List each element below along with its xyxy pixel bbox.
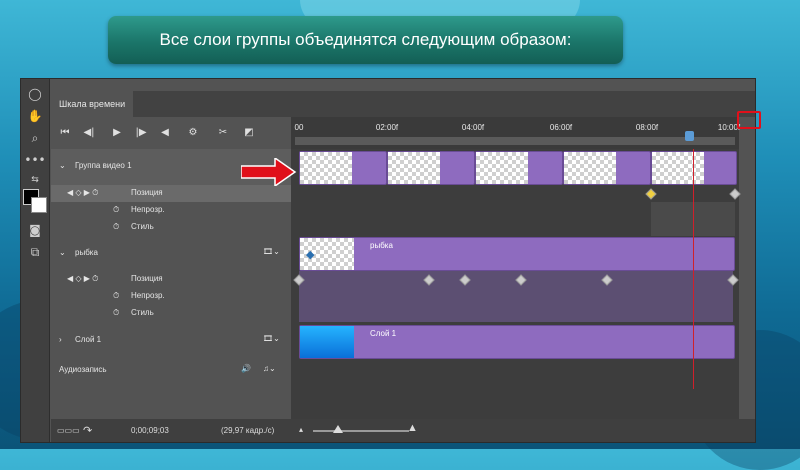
clip-thumbnail <box>564 152 616 184</box>
stopwatch-icon[interactable]: ⏱ <box>113 222 119 232</box>
settings-gear-icon[interactable]: ⚙ <box>185 125 201 141</box>
title-banner: Все слои группы объединятся следующим об… <box>108 16 623 64</box>
ruler-label: 08:00f <box>635 123 659 132</box>
playhead-line <box>693 149 694 389</box>
ruler-label: 00 <box>294 123 304 132</box>
zoom-in-icon[interactable]: ▲ <box>407 422 418 434</box>
photoshop-window: ◯ ✋ ⌕ ••• ⇆ ◙ ⧉ Шкала времени ⏮ ◀| ▶ |▶ … <box>20 78 761 443</box>
playback-controls: ⏮ ◀| ▶ |▶ ◀ ⚙ ✂ ◩ <box>51 117 291 149</box>
transition-icon[interactable]: ◩ <box>241 125 257 141</box>
keyframe[interactable] <box>645 188 657 200</box>
previous-frame-icon[interactable]: ◀| <box>81 125 97 141</box>
clip-label: рыбка <box>370 241 393 250</box>
chevron-down-icon[interactable]: ⌄ <box>59 161 66 170</box>
property-row: ⏱ Стиль <box>51 219 291 236</box>
screen-mode-icon[interactable]: ⧉ <box>24 243 46 261</box>
keyframe-nav-icon[interactable]: ◀ ◇ ▶ ⏱ <box>67 274 98 284</box>
keyframe[interactable] <box>729 188 741 200</box>
stopwatch-icon[interactable]: ⏱ <box>113 291 119 301</box>
property-label: Позиция <box>131 274 163 283</box>
stopwatch-icon[interactable]: ⏱ <box>113 308 119 318</box>
fish-icon: ◆ <box>306 248 315 261</box>
background-color-swatch[interactable] <box>31 197 47 213</box>
panel-tab-bar: Шкала времени <box>51 91 755 117</box>
music-note-icon[interactable]: ♫⌄ <box>263 364 276 373</box>
clip-thumbnail <box>300 326 354 358</box>
layer-row-fish[interactable]: ⌄ рыбка 🎞⌄ <box>51 237 291 271</box>
property-row: ⏱ Непрозр. <box>51 288 291 305</box>
property-label: Позиция <box>131 188 163 197</box>
clip-thumbnail <box>652 152 704 184</box>
group-clip[interactable] <box>563 151 651 185</box>
property-label: Непрозр. <box>131 205 165 214</box>
property-row: ⏱ Стиль <box>51 305 291 322</box>
clip-thumbnail <box>300 152 352 184</box>
zoom-tool-icon[interactable]: ⌕ <box>24 129 46 147</box>
end-marker-highlight <box>737 111 761 129</box>
frame-rate: (29,97 кадр./с) <box>221 426 275 435</box>
layer-row-audio[interactable]: Аудиозапись 🔊 ♫⌄ <box>51 359 291 381</box>
quick-mask-icon[interactable]: ◙ <box>24 221 46 239</box>
layers-column: ⌄ Группа видео 1 ◀ ◇ ▶ ⏱ Позиция ⏱ Непро… <box>51 149 291 419</box>
split-scissors-icon[interactable]: ✂ <box>215 125 231 141</box>
more-tools-icon[interactable]: ••• <box>24 151 46 169</box>
zoom-slider-thumb[interactable] <box>333 425 343 433</box>
ruler-label: 06:00f <box>549 123 573 132</box>
layer-row-layer1[interactable]: › Слой 1 🎞⌄ <box>51 323 291 359</box>
layer-name: рыбка <box>75 248 98 257</box>
banner-text: Все слои группы объединятся следующим об… <box>159 30 572 49</box>
ruler-label: 04:00f <box>461 123 485 132</box>
group-clip[interactable] <box>299 151 387 185</box>
group-clip[interactable] <box>475 151 563 185</box>
chevron-down-icon[interactable]: ⌄ <box>59 248 66 257</box>
property-row: ◀ ◇ ▶ ⏱ Позиция <box>51 271 291 288</box>
hand-tool-icon[interactable]: ✋ <box>24 107 46 125</box>
audio-track-label: Аудиозапись <box>59 365 107 374</box>
playhead-handle[interactable] <box>685 131 694 141</box>
layer1-clip[interactable]: Слой 1 <box>299 325 735 359</box>
ruler-label: 02:00f <box>375 123 399 132</box>
layer-name: Слой 1 <box>75 335 102 344</box>
clip-thumbnail <box>476 152 528 184</box>
film-strip-icon[interactable]: 🎞⌄ <box>263 334 280 343</box>
convert-icon[interactable]: ↷ <box>83 424 92 437</box>
zoom-out-icon[interactable]: ▴ <box>299 425 303 434</box>
speaker-icon[interactable]: 🔊 <box>241 364 251 373</box>
group-clip[interactable] <box>651 151 737 185</box>
clip-thumbnail <box>388 152 440 184</box>
swap-colors-icon[interactable]: ⇆ <box>24 171 46 189</box>
timeline-panel: Шкала времени ⏮ ◀| ▶ |▶ ◀ ⚙ ✂ ◩ 00 02:00… <box>51 79 761 442</box>
keyframe-nav-icon[interactable]: ◀ ◇ ▶ ⏱ <box>67 188 98 198</box>
property-row: ◀ ◇ ▶ ⏱ Позиция <box>51 185 291 202</box>
render-icon[interactable]: ▭▭▭ <box>57 426 80 435</box>
time-ruler[interactable]: 00 02:00f 04:00f 06:00f 08:00f 10:00f <box>291 111 761 149</box>
film-strip-icon[interactable]: 🎞⌄ <box>263 247 280 256</box>
layer-name: Группа видео 1 <box>75 161 132 170</box>
play-icon[interactable]: ▶ <box>109 125 125 141</box>
tab-timeline[interactable]: Шкала времени <box>51 91 134 117</box>
work-area-bar[interactable] <box>295 137 735 145</box>
ellipse-tool-icon[interactable]: ◯ <box>24 85 46 103</box>
property-label: Непрозр. <box>131 291 165 300</box>
fish-clip[interactable]: ◆ рыбка <box>299 237 735 271</box>
property-label: Стиль <box>131 308 154 317</box>
chevron-right-icon[interactable]: › <box>59 335 62 344</box>
tracks-area: ◆ рыбка Слой 1 <box>291 149 741 419</box>
stopwatch-icon[interactable]: ⏱ <box>113 205 119 215</box>
timecode: 0;00;09;03 <box>131 426 169 435</box>
annotation-arrow-icon <box>241 158 297 186</box>
group-clip[interactable] <box>387 151 475 185</box>
audio-icon[interactable]: ◀ <box>157 125 173 141</box>
property-label: Стиль <box>131 222 154 231</box>
timeline-status-bar: ▭▭▭ ↷ 0;00;09;03 (29,97 кадр./с) ▴ ▲ <box>51 419 755 442</box>
go-to-first-frame-icon[interactable]: ⏮ <box>57 125 73 141</box>
tools-panel: ◯ ✋ ⌕ ••• ⇆ ◙ ⧉ <box>21 79 50 442</box>
property-row: ⏱ Непрозр. <box>51 202 291 219</box>
zoom-slider[interactable] <box>313 430 409 432</box>
next-frame-icon[interactable]: |▶ <box>133 125 149 141</box>
clip-label: Слой 1 <box>370 329 397 338</box>
